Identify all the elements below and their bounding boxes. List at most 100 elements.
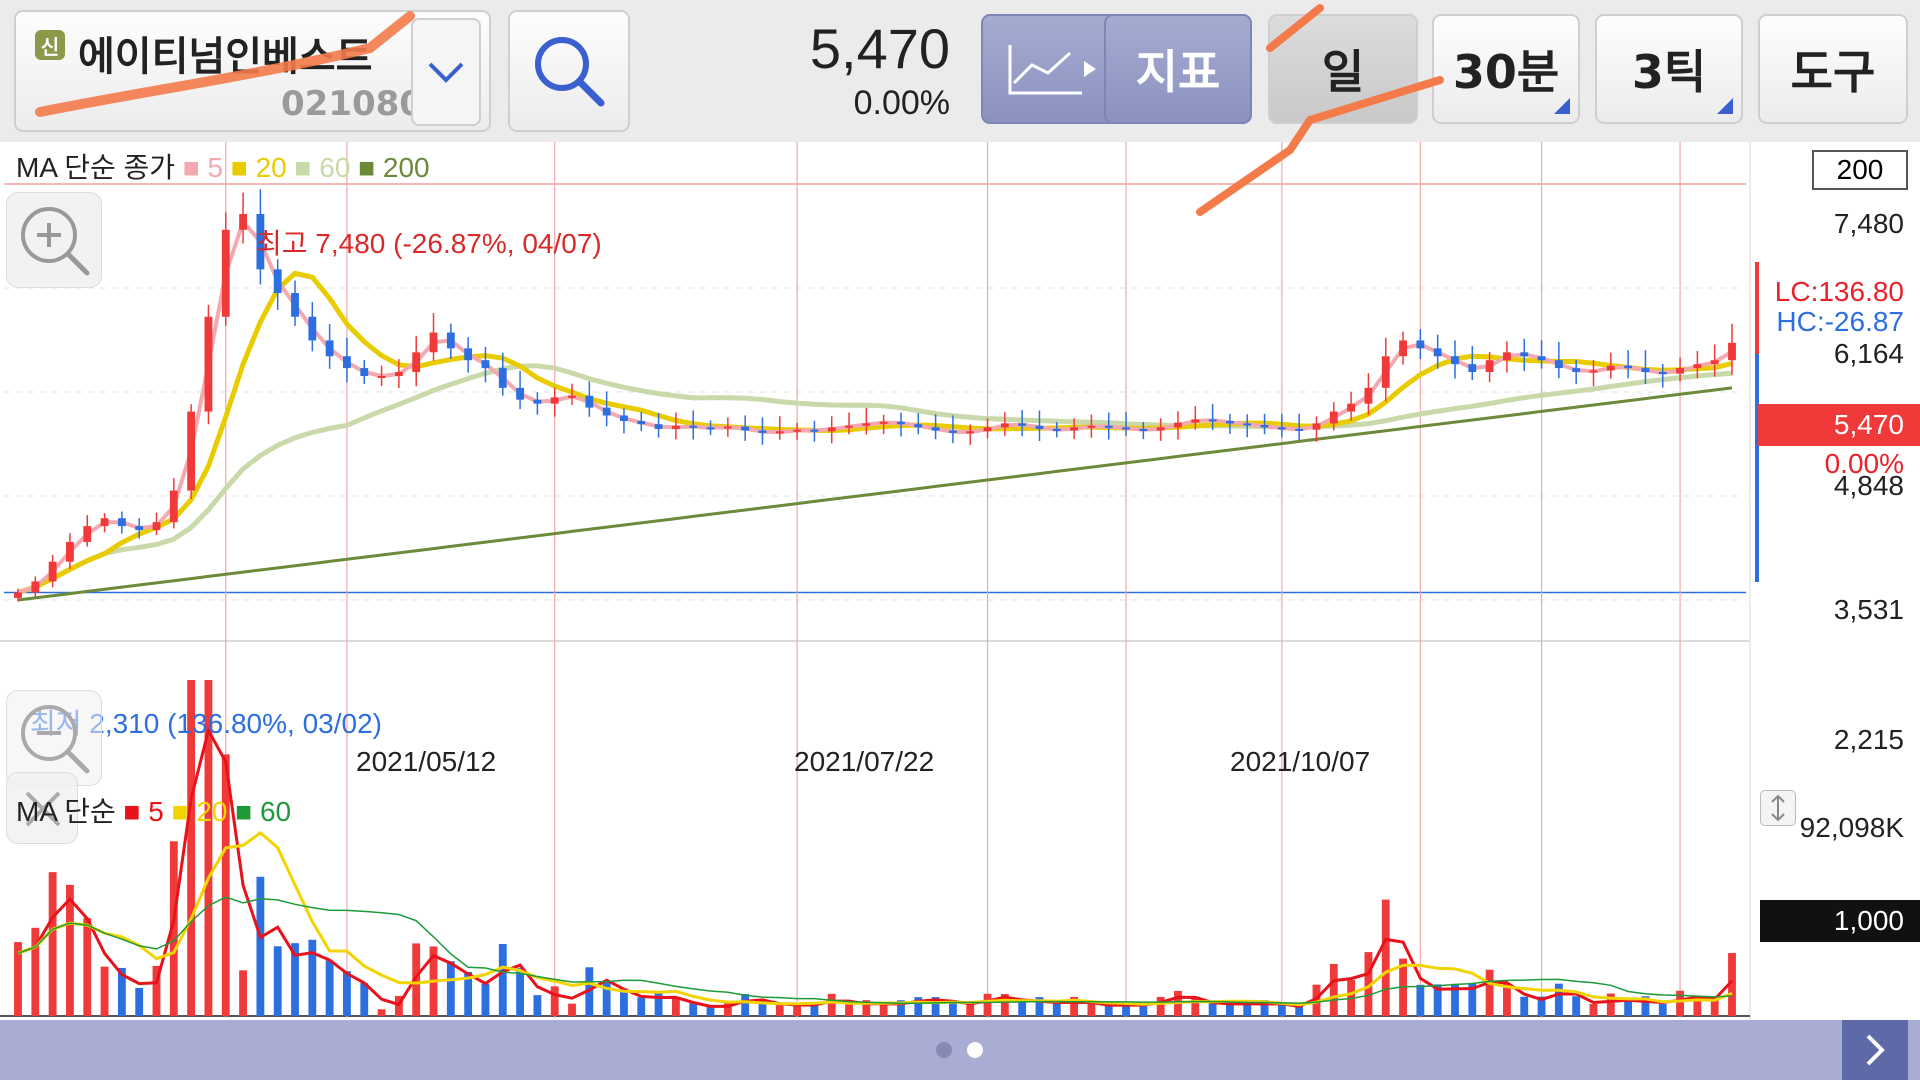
candle bbox=[1468, 346, 1477, 381]
resize-handle[interactable] bbox=[1760, 790, 1796, 826]
current-change-label: 0.00% bbox=[1824, 448, 1904, 479]
volume-bar bbox=[637, 997, 646, 1016]
candle bbox=[152, 512, 161, 535]
candle bbox=[273, 259, 282, 310]
volume-bar bbox=[1208, 1003, 1217, 1016]
stock-dropdown-button[interactable] bbox=[411, 18, 481, 126]
tools-button[interactable]: 도구 bbox=[1758, 14, 1908, 124]
current-price-box: 5,470 bbox=[1758, 404, 1920, 446]
candle-body bbox=[429, 332, 438, 353]
volume-bar bbox=[273, 946, 282, 1016]
candle bbox=[308, 302, 317, 352]
ma20-line bbox=[17, 270, 1733, 595]
candle-body bbox=[83, 526, 92, 542]
candle-body bbox=[152, 522, 161, 531]
candle-body bbox=[897, 421, 905, 425]
candle bbox=[533, 392, 542, 415]
ma60-line bbox=[17, 363, 1733, 595]
volume-bar bbox=[135, 987, 144, 1016]
candle-body bbox=[550, 397, 559, 404]
price-ma-legend: MA 단순 종가 ■ 5 ■ 20 ■ 60 ■ 200 bbox=[16, 146, 430, 186]
candle bbox=[1174, 411, 1182, 440]
volume-bar bbox=[741, 994, 750, 1016]
price-period-box[interactable]: 200 bbox=[1812, 150, 1908, 190]
volume-bar bbox=[256, 876, 265, 1016]
candle-body bbox=[360, 368, 369, 376]
candle-body bbox=[187, 411, 196, 491]
candle-body bbox=[1260, 424, 1269, 428]
candle-body bbox=[1520, 352, 1529, 357]
candle bbox=[810, 420, 819, 442]
legend-ma5: ■ 5 bbox=[182, 152, 224, 183]
candle-body bbox=[1018, 423, 1027, 426]
stock-selector[interactable]: 신 에이티넘인베스트 021080 bbox=[14, 10, 491, 132]
candle-body bbox=[1537, 356, 1546, 361]
candle-body bbox=[966, 431, 975, 434]
candle-body bbox=[377, 376, 386, 378]
candle-body bbox=[1641, 368, 1650, 373]
volume-bar bbox=[845, 1003, 853, 1016]
legend-ma20: ■ 20 bbox=[230, 152, 287, 183]
candle bbox=[1520, 338, 1529, 371]
indicator-button[interactable]: 지표 bbox=[1104, 14, 1252, 124]
tools-label: 도구 bbox=[1790, 45, 1876, 99]
vertical-resize-icon bbox=[1771, 794, 1785, 822]
candle-body bbox=[723, 426, 732, 429]
candle bbox=[723, 417, 732, 437]
candle-body bbox=[239, 214, 247, 230]
candle-body bbox=[1606, 365, 1615, 371]
next-page-button[interactable] bbox=[1842, 1020, 1908, 1080]
candle bbox=[1000, 412, 1009, 437]
candle-body bbox=[1277, 427, 1286, 430]
candle-body bbox=[689, 425, 698, 428]
period-day-label: 일 bbox=[1321, 45, 1365, 99]
candle-body bbox=[1728, 342, 1736, 361]
candle-body bbox=[14, 592, 22, 598]
candle-body bbox=[1347, 403, 1356, 412]
candle bbox=[1104, 412, 1113, 440]
period-day-button[interactable]: 일 bbox=[1268, 14, 1418, 124]
candle bbox=[1087, 414, 1096, 438]
candle-body bbox=[914, 424, 923, 428]
candle bbox=[1451, 340, 1459, 379]
candle-body bbox=[1468, 364, 1477, 373]
page-dot-1[interactable] bbox=[936, 1042, 952, 1058]
x-axis-date: 2021/07/22 bbox=[794, 746, 935, 777]
chart-canvas[interactable] bbox=[0, 142, 1920, 1022]
candle-body bbox=[654, 424, 663, 429]
search-icon bbox=[535, 37, 605, 107]
candle-body bbox=[1658, 372, 1667, 375]
candle-body bbox=[1676, 368, 1684, 374]
candle-body bbox=[446, 332, 455, 349]
candle-body bbox=[1000, 423, 1009, 428]
candle-body bbox=[31, 581, 40, 593]
volume-period-box[interactable]: 1,000 bbox=[1760, 900, 1920, 942]
candle bbox=[31, 576, 40, 598]
page-dot-2[interactable] bbox=[967, 1042, 983, 1058]
candle bbox=[325, 323, 334, 369]
period-tick-button[interactable]: 3틱 bbox=[1595, 14, 1743, 124]
chart-type-button[interactable] bbox=[981, 14, 1123, 124]
candle-body bbox=[1104, 425, 1113, 428]
search-button[interactable] bbox=[508, 10, 630, 132]
candle-body bbox=[602, 407, 611, 416]
volume-bar bbox=[689, 1003, 698, 1016]
candle bbox=[671, 412, 680, 440]
period-30min-label: 30분 bbox=[1452, 45, 1560, 99]
volume-bar bbox=[66, 884, 74, 1016]
candle-body bbox=[308, 316, 317, 341]
zoom-in-button[interactable] bbox=[6, 192, 102, 288]
zoom-in-icon bbox=[21, 207, 90, 276]
candle bbox=[706, 420, 715, 436]
candle bbox=[1156, 418, 1165, 441]
high-annotation: 최고 7,480 (-26.87%, 04/07) bbox=[256, 228, 602, 259]
period-30min-button[interactable]: 30분 bbox=[1432, 14, 1580, 124]
candle-body bbox=[585, 395, 594, 408]
chevron-down-icon bbox=[428, 62, 464, 83]
current-price: 5,470 bbox=[809, 17, 950, 80]
chart-area[interactable]: MA 단순 종가 ■ 5 ■ 20 ■ 60 ■ 200 200 7,480 6… bbox=[0, 142, 1920, 1022]
y-axis-label: 2,215 bbox=[1833, 724, 1904, 755]
y-axis-label: 6,164 bbox=[1833, 338, 1904, 369]
candle bbox=[602, 391, 611, 427]
candle bbox=[446, 323, 455, 360]
